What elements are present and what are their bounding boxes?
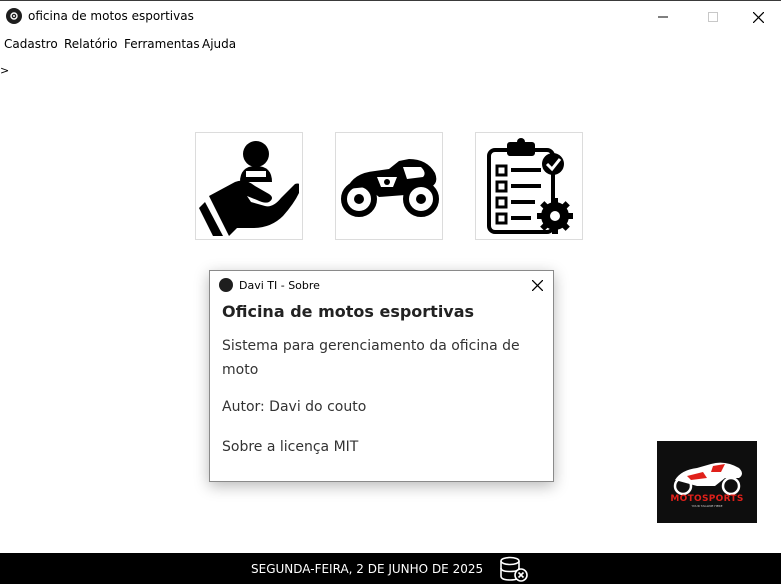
close-icon (531, 279, 543, 291)
motosports-logo: MOTOSPORTS YOUR TAGLINE HERE (657, 441, 757, 523)
dialog-author: Autor: Davi do couto (222, 399, 367, 415)
client-hand-icon (199, 141, 299, 236)
menu-ferramentas[interactable]: Ferramentas (124, 37, 200, 51)
dialog-description: Sistema para gerenciamento da oficina de… (222, 338, 520, 378)
database-disconnected-icon (500, 556, 528, 582)
sport-motorcycle-icon (341, 159, 439, 217)
about-dialog: Davi TI - Sobre Oficina de motos esporti… (209, 270, 554, 482)
close-icon (752, 11, 764, 23)
title-bar: oficina de motos esportivas (0, 0, 781, 33)
services-tile-button[interactable] (475, 132, 583, 240)
motorcycles-tile-button[interactable] (335, 132, 443, 240)
app-gear-icon (219, 278, 233, 292)
window-title: oficina de motos esportivas (28, 9, 194, 23)
menu-relatorio[interactable]: Relatório (64, 37, 118, 51)
minimize-button[interactable] (640, 1, 686, 33)
app-gear-icon (6, 8, 22, 24)
status-bar: SEGUNDA-FEIRA, 2 DE JUNHO DE 2025 (0, 553, 781, 584)
motorcycle-logo-icon (673, 462, 742, 496)
dialog-title: Davi TI - Sobre (239, 279, 320, 292)
logo-tagline: YOUR TAGLINE HERE (691, 504, 723, 508)
menu-ajuda[interactable]: Ajuda (202, 37, 236, 51)
status-date: SEGUNDA-FEIRA, 2 DE JUNHO DE 2025 (251, 562, 484, 576)
maximize-icon (708, 12, 718, 22)
menu-cadastro[interactable]: Cadastro (4, 37, 58, 51)
dialog-license: Sobre a licença MIT (222, 439, 359, 455)
maximize-button[interactable] (690, 1, 736, 33)
close-button[interactable] (735, 1, 781, 33)
prompt-indicator: > (0, 64, 10, 77)
dialog-heading: Oficina de motos esportivas (222, 302, 475, 321)
minimize-icon (658, 16, 668, 18)
clients-tile-button[interactable] (195, 132, 303, 240)
service-checklist-icon (487, 138, 573, 234)
dialog-close-button[interactable] (528, 276, 546, 294)
logo-brand: MOTOSPORTS (670, 494, 744, 504)
